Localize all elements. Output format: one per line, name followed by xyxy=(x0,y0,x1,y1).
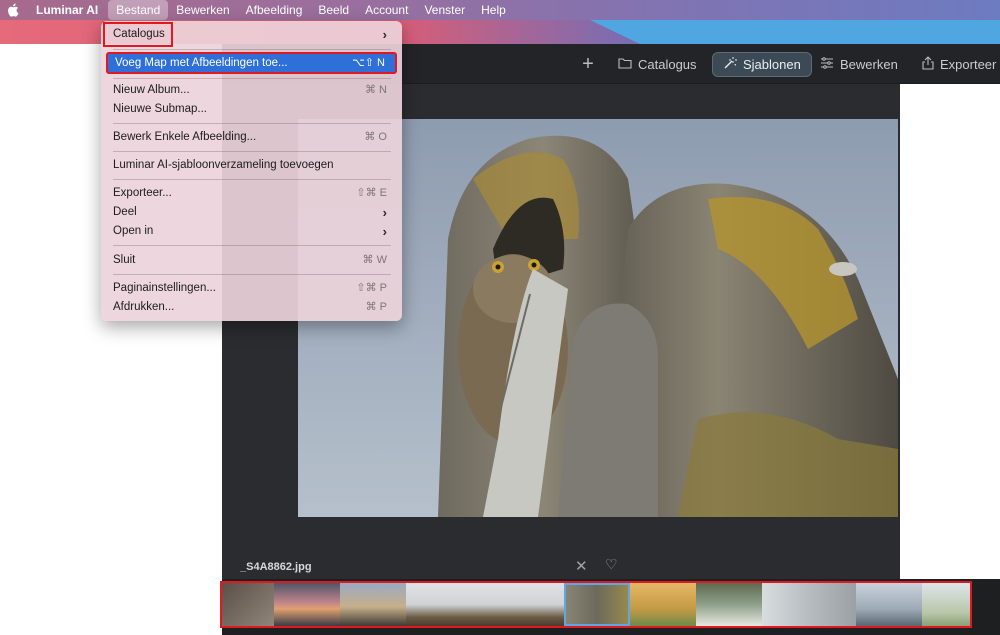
folder-icon xyxy=(618,57,632,72)
add-icon[interactable]: + xyxy=(578,53,598,75)
shortcut-label: ⌘ N xyxy=(365,84,387,96)
menu-separator xyxy=(113,274,391,275)
menu-item-bewerk-enkele-label: Bewerk Enkele Afbeelding... xyxy=(113,131,257,143)
thumbnail[interactable] xyxy=(922,583,970,626)
menu-help[interactable]: Help xyxy=(473,0,514,20)
shortcut-label: ⌘ W xyxy=(362,254,387,266)
shortcut-label: ⌥⇧ N xyxy=(352,57,385,69)
tab-exporteer-label: Exporteer xyxy=(940,57,997,72)
menu-item-deel[interactable]: Deel › xyxy=(106,203,397,222)
tab-catalogus-label: Catalogus xyxy=(638,57,697,72)
menu-item-voeg-map-label: Voeg Map met Afbeeldingen toe... xyxy=(115,57,288,69)
thumbnail[interactable] xyxy=(274,583,340,626)
shortcut-label: ⇧⌘ P xyxy=(356,282,387,294)
bestand-dropdown-menu: Catalogus › Voeg Map met Afbeeldingen to… xyxy=(101,21,402,321)
chevron-right-icon: › xyxy=(382,27,387,42)
menu-separator xyxy=(113,179,391,180)
wallpaper-accent xyxy=(590,20,640,44)
chevron-right-icon: › xyxy=(382,224,387,239)
menu-separator xyxy=(113,49,391,50)
share-icon xyxy=(922,56,934,73)
tab-catalogus[interactable]: Catalogus xyxy=(612,52,703,77)
menu-item-nieuw-album[interactable]: Nieuw Album... ⌘ N xyxy=(106,81,397,100)
thumbnail[interactable] xyxy=(696,583,762,626)
menu-beeld[interactable]: Beeld xyxy=(310,0,357,20)
menu-item-catalogus-label: Catalogus xyxy=(113,28,165,40)
thumbnail[interactable] xyxy=(630,583,696,626)
menu-item-bewerk-enkele[interactable]: Bewerk Enkele Afbeelding... ⌘ O xyxy=(106,128,397,147)
close-icon[interactable]: ✕ xyxy=(575,557,588,575)
tab-exporteer[interactable]: Exporteer xyxy=(916,52,1000,77)
menu-afbeelding[interactable]: Afbeelding xyxy=(238,0,311,20)
image-filename: _S4A8862.jpg xyxy=(240,561,312,573)
menu-account[interactable]: Account xyxy=(357,0,416,20)
menu-bar: Luminar AI Bestand Bewerken Afbeelding B… xyxy=(0,0,1000,20)
thumbnail[interactable] xyxy=(856,583,922,626)
menu-item-deel-label: Deel xyxy=(113,206,137,218)
menu-item-nieuw-album-label: Nieuw Album... xyxy=(113,84,190,96)
shortcut-label: ⌘ P xyxy=(365,301,387,313)
thumbnail[interactable] xyxy=(340,583,406,626)
menu-bestand[interactable]: Bestand xyxy=(108,0,169,20)
sliders-icon xyxy=(820,57,834,72)
menu-separator xyxy=(113,245,391,246)
menu-item-afdrukken[interactable]: Afdrukken... ⌘ P xyxy=(106,298,397,317)
menu-item-nieuwe-submap-label: Nieuwe Submap... xyxy=(113,103,207,115)
shortcut-label: ⌘ O xyxy=(364,131,387,143)
menu-item-sjabloon-label: Luminar AI-sjabloonverzameling toevoegen xyxy=(113,159,334,171)
thumbnail-selected[interactable] xyxy=(564,583,630,626)
menu-item-pagina-label: Paginainstellingen... xyxy=(113,282,216,294)
empty-panel xyxy=(900,84,1000,580)
thumbnail[interactable] xyxy=(406,583,564,626)
menu-item-afdrukken-label: Afdrukken... xyxy=(113,301,175,313)
tab-sjablonen-label: Sjablonen xyxy=(743,57,801,72)
menu-item-exporteer[interactable]: Exporteer... ⇧⌘ E xyxy=(106,184,397,203)
menu-bewerken[interactable]: Bewerken xyxy=(168,0,237,20)
heart-icon[interactable]: ♡ xyxy=(605,556,618,573)
menu-item-sluit-label: Sluit xyxy=(113,254,136,266)
menu-item-sluit[interactable]: Sluit ⌘ W xyxy=(106,251,397,270)
menu-item-open-in[interactable]: Open in › xyxy=(106,222,397,241)
menu-venster[interactable]: Venster xyxy=(416,0,473,20)
menu-app-name[interactable]: Luminar AI xyxy=(26,0,108,20)
thumbnail[interactable] xyxy=(762,583,856,626)
tab-bewerken[interactable]: Bewerken xyxy=(814,52,904,77)
filmstrip[interactable] xyxy=(220,581,972,628)
menu-item-paginainstellingen[interactable]: Paginainstellingen... ⇧⌘ P xyxy=(106,279,397,298)
menu-item-sjabloonverzameling[interactable]: Luminar AI-sjabloonverzameling toevoegen xyxy=(106,156,397,175)
chevron-right-icon: › xyxy=(382,205,387,220)
menu-item-open-in-label: Open in xyxy=(113,225,154,237)
tab-bewerken-label: Bewerken xyxy=(840,57,898,72)
thumbnail[interactable] xyxy=(222,583,274,626)
menu-item-catalogus[interactable]: Catalogus › xyxy=(106,25,397,44)
menu-item-voeg-map[interactable]: Voeg Map met Afbeeldingen toe... ⌥⇧ N xyxy=(106,52,397,74)
menu-separator xyxy=(113,151,391,152)
wallpaper-accent-blue xyxy=(640,20,1000,44)
menu-separator xyxy=(113,78,391,79)
tab-sjablonen[interactable]: Sjablonen xyxy=(712,52,812,77)
menu-item-exporteer-label: Exporteer... xyxy=(113,187,172,199)
wand-icon xyxy=(723,56,737,73)
menu-item-nieuwe-submap[interactable]: Nieuwe Submap... xyxy=(106,100,397,119)
menu-separator xyxy=(113,123,391,124)
apple-icon[interactable] xyxy=(0,0,26,20)
shortcut-label: ⇧⌘ E xyxy=(356,187,387,199)
